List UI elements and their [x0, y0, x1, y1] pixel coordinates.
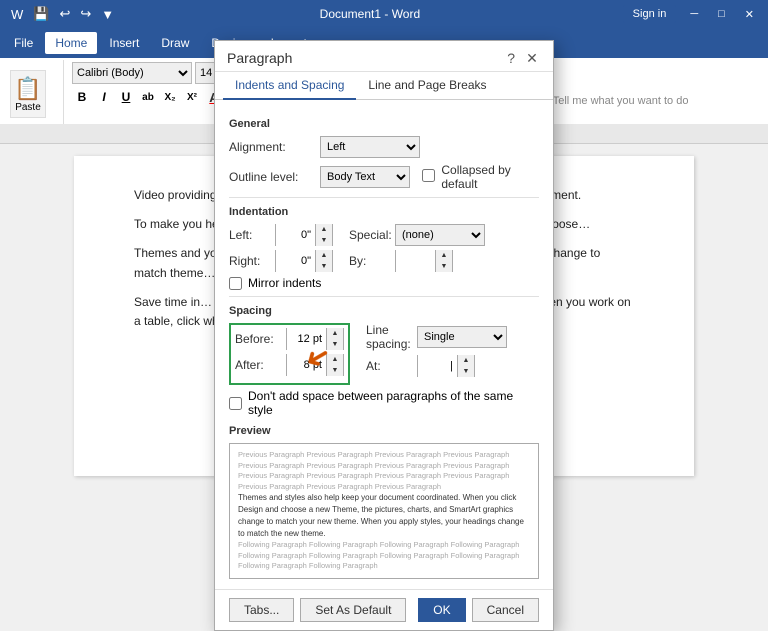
dialog-title-bar: Paragraph ? ✕: [215, 41, 553, 72]
dialog-tabs: Indents and Spacing Line and Page Breaks: [215, 72, 553, 100]
indentation-special: Special: (none) By: ▲ ▼: [349, 224, 485, 276]
tabs-button[interactable]: Tabs...: [229, 598, 294, 622]
mirror-indents-label: Mirror indents: [248, 276, 321, 290]
before-after-wrap: Before: ▲ ▼ After:: [229, 323, 350, 385]
preview-gray-before: Previous Paragraph Previous Paragraph Pr…: [238, 450, 530, 492]
before-label: Before:: [235, 332, 280, 346]
right-indent-row: Right: ▲ ▼: [229, 250, 333, 272]
left-indent-spinner: ▲ ▼: [275, 224, 333, 246]
indentation-left-right: Left: ▲ ▼ Right:: [229, 224, 333, 276]
after-label: After:: [235, 358, 280, 372]
preview-box: Previous Paragraph Previous Paragraph Pr…: [229, 443, 539, 579]
right-indent-arrows: ▲ ▼: [316, 250, 332, 272]
by-spinner: ▲ ▼: [395, 250, 453, 272]
right-indent-label: Right:: [229, 254, 269, 268]
dialog-overlay: Paragraph ? ✕ Indents and Spacing Line a…: [0, 0, 768, 513]
spacing-section-header: Spacing: [229, 305, 539, 317]
by-input[interactable]: [396, 250, 436, 272]
general-section-header: General: [229, 118, 539, 130]
left-indent-up[interactable]: ▲: [316, 224, 332, 235]
after-spinner: ▲ ▼: [286, 354, 344, 376]
left-indent-down[interactable]: ▼: [316, 235, 332, 246]
spacing-highlight-box: Before: ▲ ▼ After:: [229, 323, 350, 385]
dont-add-space-checkbox[interactable]: [229, 397, 242, 410]
dont-add-space-label: Don't add space between paragraphs of th…: [248, 389, 539, 417]
before-down[interactable]: ▼: [327, 339, 343, 350]
indentation-section-header: Indentation: [229, 206, 539, 218]
at-label: At:: [366, 359, 411, 373]
preview-header: Preview: [229, 425, 539, 437]
divider-2: [229, 296, 539, 297]
left-indent-row: Left: ▲ ▼: [229, 224, 333, 246]
at-arrows: ▲ ▼: [458, 355, 474, 377]
after-row: After: ▲ ▼: [235, 354, 344, 376]
preview-gray-after: Following Paragraph Following Paragraph …: [238, 540, 530, 572]
before-spinner: ▲ ▼: [286, 328, 344, 350]
special-select[interactable]: (none): [395, 224, 485, 246]
special-label: Special:: [349, 228, 389, 242]
line-spacing-label: Line spacing:: [366, 323, 411, 351]
after-input[interactable]: [287, 354, 327, 376]
after-up[interactable]: ▲: [327, 354, 343, 365]
indentation-fields: Left: ▲ ▼ Right:: [229, 224, 539, 276]
collapsed-checkbox[interactable]: [422, 169, 435, 182]
cancel-button[interactable]: Cancel: [472, 598, 539, 622]
right-indent-spinner: ▲ ▼: [275, 250, 333, 272]
footer-left-buttons: Tabs... Set As Default: [229, 598, 406, 622]
ok-button[interactable]: OK: [418, 598, 465, 622]
left-indent-label: Left:: [229, 228, 269, 242]
preview-main-text: Themes and styles also help keep your do…: [238, 492, 530, 540]
footer-right-buttons: OK Cancel: [418, 598, 539, 622]
alignment-label: Alignment:: [229, 140, 314, 154]
set-as-default-button[interactable]: Set As Default: [300, 598, 406, 622]
divider-1: [229, 197, 539, 198]
paragraph-dialog: Paragraph ? ✕ Indents and Spacing Line a…: [214, 40, 554, 631]
outline-level-select[interactable]: Body Text: [320, 166, 410, 188]
by-up[interactable]: ▲: [436, 250, 452, 261]
at-spinner: ▲ ▼: [417, 355, 475, 377]
tab-indents-spacing[interactable]: Indents and Spacing: [223, 72, 356, 100]
dialog-footer: Tabs... Set As Default OK Cancel: [215, 589, 553, 630]
mirror-indents-checkbox[interactable]: [229, 277, 242, 290]
right-indent-input[interactable]: [276, 250, 316, 272]
dialog-body: General Alignment: Left Outline level: B…: [215, 100, 553, 589]
right-indent-up[interactable]: ▲: [316, 250, 332, 261]
after-arrows: ▲ ▼: [327, 354, 343, 376]
by-arrows: ▲ ▼: [436, 250, 452, 272]
at-down[interactable]: ▼: [458, 366, 474, 377]
dont-add-space-row: Don't add space between paragraphs of th…: [229, 389, 539, 417]
left-indent-arrows: ▲ ▼: [316, 224, 332, 246]
alignment-select[interactable]: Left: [320, 136, 420, 158]
before-input[interactable]: [287, 328, 327, 350]
by-down[interactable]: ▼: [436, 261, 452, 272]
spacing-fields: Before: ▲ ▼ After:: [229, 323, 539, 385]
right-indent-down[interactable]: ▼: [316, 261, 332, 272]
dialog-title-buttons: ? ✕: [507, 49, 541, 67]
dialog-help-button[interactable]: ?: [507, 50, 515, 66]
by-row: By: ▲ ▼: [349, 250, 485, 272]
tab-line-page-breaks[interactable]: Line and Page Breaks: [356, 72, 498, 100]
outline-level-row: Outline level: Body Text Collapsed by de…: [229, 163, 539, 191]
dialog-title: Paragraph: [227, 50, 292, 66]
left-indent-input[interactable]: [276, 224, 316, 246]
collapsed-label: Collapsed by default: [441, 163, 539, 191]
before-row: Before: ▲ ▼: [235, 328, 344, 350]
line-spacing-wrap: Line spacing: Single At: ▲ ▼: [366, 323, 507, 385]
special-row: Special: (none): [349, 224, 485, 246]
after-down[interactable]: ▼: [327, 365, 343, 376]
before-arrows: ▲ ▼: [327, 328, 343, 350]
dialog-close-button[interactable]: ✕: [523, 49, 541, 67]
collapsed-checkbox-wrap: [422, 169, 435, 185]
by-label: By:: [349, 254, 389, 268]
at-up[interactable]: ▲: [458, 355, 474, 366]
at-input[interactable]: [418, 355, 458, 377]
alignment-row: Alignment: Left: [229, 136, 539, 158]
outline-level-label: Outline level:: [229, 170, 314, 184]
at-row: At: ▲ ▼: [366, 355, 507, 377]
before-up[interactable]: ▲: [327, 328, 343, 339]
preview-section: Preview Previous Paragraph Previous Para…: [229, 425, 539, 579]
line-spacing-select[interactable]: Single: [417, 326, 507, 348]
mirror-indents-row: Mirror indents: [229, 276, 539, 290]
line-spacing-row: Line spacing: Single: [366, 323, 507, 351]
